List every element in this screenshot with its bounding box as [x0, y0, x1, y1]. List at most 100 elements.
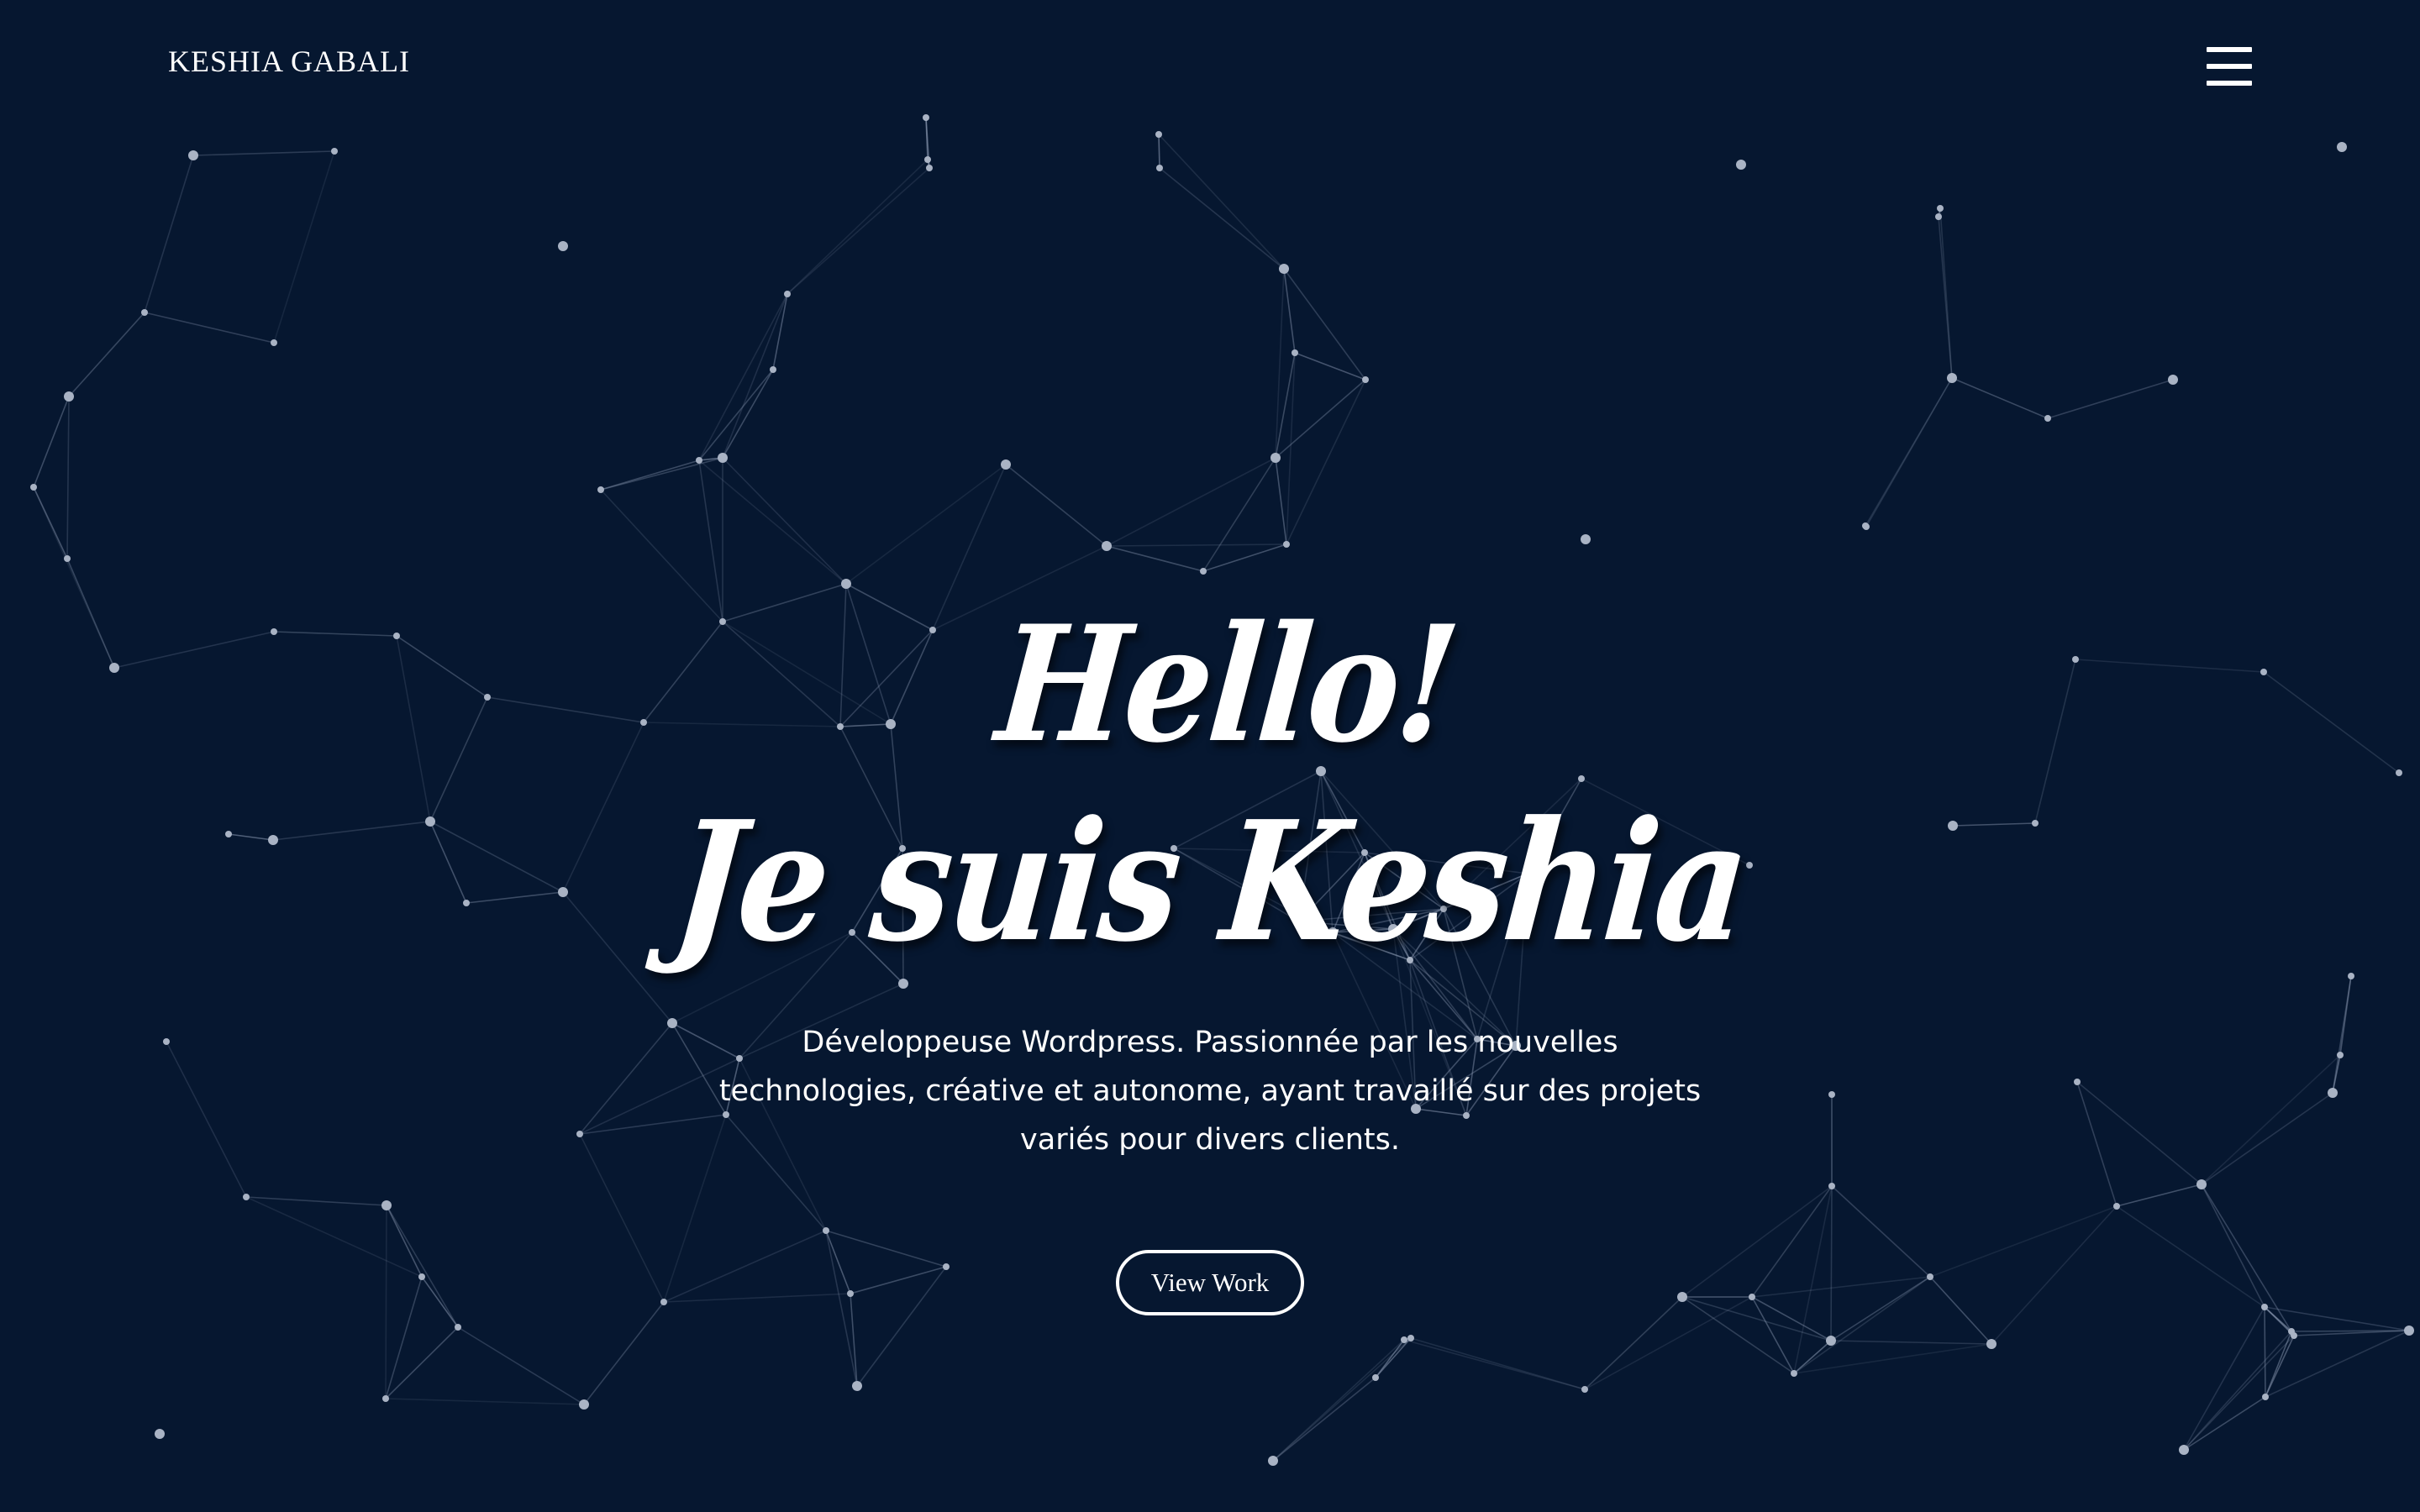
network-line: [144, 155, 194, 313]
network-node: [1935, 213, 1942, 220]
network-node: [576, 1131, 583, 1137]
network-line: [421, 1276, 459, 1328]
network-node: [1749, 1294, 1755, 1300]
network-line: [2116, 1184, 2202, 1207]
network-node: [2337, 1052, 2344, 1058]
network-node: [597, 486, 604, 493]
network-node: [381, 1200, 392, 1210]
network-line: [698, 459, 847, 585]
network-line: [579, 1133, 665, 1303]
network-line: [722, 457, 847, 585]
network-line: [698, 369, 774, 461]
network-node: [1270, 453, 1281, 463]
network-line: [166, 1041, 247, 1198]
network-node: [2179, 1445, 2189, 1455]
network-node: [155, 1429, 165, 1439]
network-line: [1159, 167, 1285, 270]
site-logo[interactable]: KESHIA GABALI: [168, 44, 410, 79]
network-line: [1202, 457, 1276, 572]
network-line: [2183, 1331, 2292, 1451]
network-line: [722, 369, 774, 459]
menu-bar: [2207, 81, 2252, 86]
network-line: [1681, 1296, 1795, 1374]
network-line: [1793, 1343, 1992, 1374]
network-node: [1156, 165, 1163, 171]
hero-description: Développeuse Wordpress. Passionnée par l…: [718, 1026, 1702, 1157]
network-line: [1375, 1339, 1405, 1378]
network-node: [718, 453, 728, 463]
network-line: [1272, 1377, 1376, 1462]
network-line: [457, 1326, 585, 1405]
network-line: [1106, 543, 1287, 547]
network-line: [825, 1230, 947, 1268]
hero-headline: Je suis Keshia: [666, 785, 1754, 979]
network-node: [852, 1381, 862, 1391]
network-line: [1929, 1205, 2118, 1278]
network-line: [1158, 134, 1285, 270]
network-line: [1793, 1276, 1931, 1374]
view-work-button[interactable]: View Work: [1116, 1250, 1304, 1315]
network-node: [1677, 1292, 1687, 1302]
network-line: [1106, 545, 1204, 572]
network-line: [192, 150, 335, 156]
hamburger-menu-icon[interactable]: [2207, 47, 2252, 86]
network-node: [579, 1399, 589, 1410]
network-node: [1283, 541, 1290, 548]
network-line: [1283, 268, 1366, 381]
network-node: [1583, 537, 1590, 543]
network-line: [663, 1293, 851, 1303]
network-node: [271, 339, 277, 346]
network-line: [1830, 1185, 1833, 1341]
network-node: [141, 309, 148, 316]
network-line: [1106, 457, 1276, 547]
network-node: [696, 457, 702, 464]
network-node: [418, 1273, 425, 1280]
network-node: [1102, 541, 1112, 551]
network-node: [2404, 1326, 2414, 1336]
network-line: [1991, 1205, 2118, 1345]
network-line: [825, 1230, 851, 1294]
network-line: [1951, 377, 2049, 419]
network-node: [2337, 142, 2347, 152]
network-line: [1865, 377, 1953, 528]
network-line: [2201, 1184, 2265, 1308]
network-node: [1200, 568, 1207, 575]
network-node: [1927, 1273, 1933, 1280]
network-line: [786, 159, 929, 295]
network-line: [845, 464, 1007, 585]
network-line: [245, 1196, 423, 1278]
network-node: [926, 165, 933, 171]
network-node: [2113, 1203, 2120, 1210]
network-node: [1292, 349, 1298, 356]
network-node: [2288, 1328, 2295, 1335]
network-node: [1372, 1374, 1379, 1381]
network-line: [579, 1022, 673, 1135]
network-node: [1947, 373, 1957, 383]
network-node: [823, 1227, 829, 1234]
network-node: [660, 1299, 667, 1305]
network-line: [600, 457, 723, 491]
network-node: [1407, 1335, 1414, 1341]
network-line: [698, 293, 788, 461]
network-line: [825, 1230, 858, 1387]
network-line: [1286, 379, 1366, 545]
network-node: [943, 1263, 950, 1270]
network-node: [1362, 376, 1369, 383]
network-node: [770, 366, 776, 373]
network-node: [455, 1324, 461, 1331]
network-node: [2261, 1304, 2268, 1310]
network-node: [243, 1194, 250, 1200]
menu-bar: [2207, 64, 2252, 69]
network-line: [1929, 1276, 1992, 1345]
network-node: [558, 241, 568, 251]
network-line: [1005, 464, 1107, 547]
network-line: [1202, 543, 1287, 572]
network-node: [1001, 459, 1011, 470]
network-line: [1751, 1185, 1833, 1298]
network-line: [2047, 379, 2174, 419]
network-line: [2076, 1081, 2118, 1207]
network-line: [1272, 1339, 1405, 1462]
network-line: [2201, 1092, 2333, 1185]
network-line: [66, 396, 70, 559]
network-line: [273, 150, 335, 344]
